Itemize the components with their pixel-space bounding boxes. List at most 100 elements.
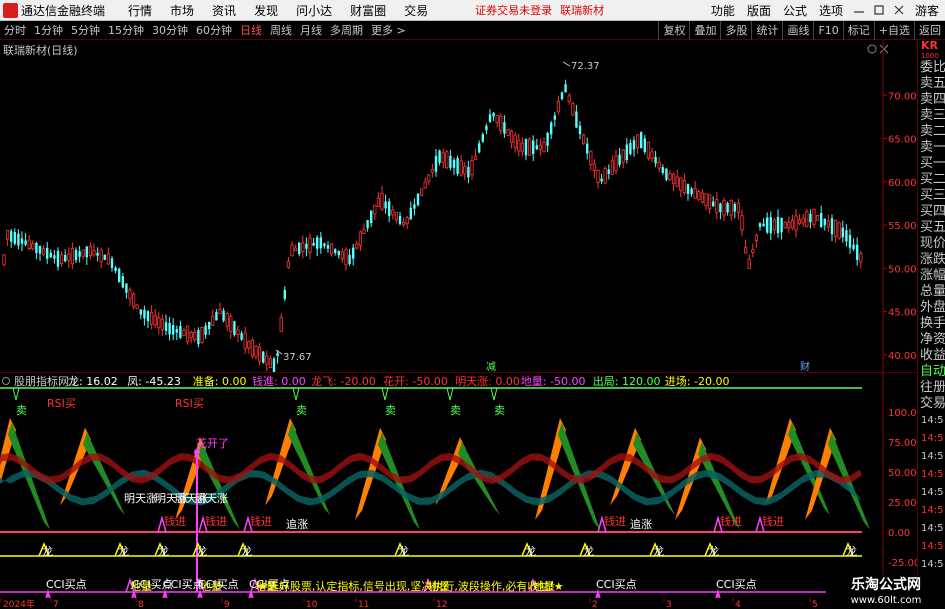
stock-code[interactable]: KR (918, 40, 945, 51)
guest-user[interactable]: 游客 (915, 2, 939, 19)
tab-1min[interactable]: 1分钟 (34, 22, 63, 38)
login-status[interactable]: 证券交易未登录 (475, 2, 552, 18)
candle-body (852, 244, 855, 250)
candle-body (499, 115, 503, 131)
indicator-chart[interactable]: 卖卖卖卖卖RSI买 RSI买花开了明天涨明天涨明天涨明天涨钱进 钱进 钱进 钱进 钱进 钱进… (0, 372, 917, 598)
sidebar-item-register[interactable]: 往册 (918, 380, 945, 396)
candle-body (197, 329, 200, 345)
indicator-param-7: 地量: -50.00 (521, 375, 586, 388)
candle-body (783, 221, 787, 229)
sidebar-item-trade[interactable]: 交易 (918, 396, 945, 412)
candle-body (503, 122, 506, 134)
date-label: 9 (224, 600, 230, 609)
back-button[interactable]: 返回 (914, 21, 945, 40)
mark-button[interactable]: 标记 (842, 21, 874, 40)
candle-body (416, 193, 420, 206)
statistics-button[interactable]: 统计 (751, 21, 782, 40)
cci-buy-label: CCI买点 (198, 578, 239, 591)
candle-body (42, 248, 46, 255)
sidebar-item-buy1: 买一 (920, 156, 945, 171)
menu-item-options[interactable]: 选项 (819, 2, 843, 19)
candle-body (434, 155, 438, 172)
candle-body (582, 134, 586, 144)
candle-body (715, 199, 719, 213)
close-icon[interactable] (892, 4, 906, 16)
tab-15min[interactable]: 15分钟 (108, 22, 144, 38)
draw-line-button[interactable]: 画线 (782, 21, 813, 40)
candle-body (693, 188, 697, 199)
price-chart[interactable]: 联瑞新材(日线) 70.00 65.00 60.00 55.00 50.00 45.00 4… (0, 40, 917, 372)
f10-button[interactable]: F10 (813, 21, 842, 40)
candle-body (571, 102, 575, 116)
candle-body (740, 215, 744, 231)
tick-time: 14:5 (921, 505, 944, 516)
menu-item-discover[interactable]: 发现 (254, 2, 278, 19)
y-tick-label: 100.00 (888, 408, 917, 419)
candle-body (682, 180, 687, 193)
candle-body (629, 142, 632, 155)
candle-body (726, 203, 729, 213)
event-marker-finance[interactable]: 财 (800, 360, 810, 372)
dragon-label: 龙 (241, 545, 252, 558)
candle-body (675, 176, 679, 187)
tab-timeshare[interactable]: 分时 (4, 22, 26, 38)
overlay-button[interactable]: 叠加 (689, 21, 720, 40)
candle-body (301, 242, 305, 252)
candle-body (215, 312, 218, 321)
candle-body (575, 111, 578, 128)
tab-monthly[interactable]: 月线 (300, 22, 322, 38)
menu-item-formula[interactable]: 公式 (783, 2, 807, 19)
menu-item-wealth[interactable]: 财富圈 (350, 2, 386, 19)
menu-item-layout[interactable]: 版面 (747, 2, 771, 19)
date-label: 2024年 (3, 598, 35, 609)
y-tick-label: 75.00 (888, 438, 917, 449)
multi-stock-button[interactable]: 多股 (720, 21, 751, 40)
event-marker-reduce[interactable]: 减 (486, 361, 496, 372)
candle-body (441, 152, 445, 163)
tick-time: 14:5 (921, 415, 944, 426)
chart-title: 联瑞新材(日线) (3, 43, 78, 57)
tab-weekly[interactable]: 周线 (270, 22, 292, 38)
sidebar-item-auto[interactable]: 自动 (918, 364, 945, 380)
menu-item-quotes[interactable]: 行情 (128, 2, 152, 19)
tab-multi-period[interactable]: 多周期 (330, 22, 363, 38)
rsi-buy-label: RSI买 (47, 397, 76, 410)
menu-bar: 通达信金融终端 行情 市场 资讯 发现 问小达 财富圈 交易 证券交易未登录 联… (0, 0, 945, 21)
y-tick-label: 40.00 (888, 351, 917, 362)
candle-body (348, 254, 351, 264)
date-label: 8 (138, 600, 144, 609)
candle-body (787, 222, 791, 228)
menu-item-function[interactable]: 功能 (711, 2, 735, 19)
add-watchlist-button[interactable]: +自选 (873, 21, 914, 40)
stock-name-link[interactable]: 联瑞新材 (560, 2, 604, 18)
indicator-name[interactable]: 股朋指标网 (14, 374, 69, 388)
menu-item-news[interactable]: 资讯 (212, 2, 236, 19)
candle-body (794, 215, 798, 231)
candle-body (157, 317, 161, 328)
y-tick-label: 25.00 (888, 498, 917, 509)
tab-60min[interactable]: 60分钟 (196, 22, 232, 38)
menu-item-ask[interactable]: 问小达 (296, 2, 332, 19)
candle-body (380, 192, 384, 210)
sidebar-item-sell3: 卖三 (920, 108, 945, 123)
maximize-icon[interactable] (872, 4, 886, 16)
tab-more[interactable]: 更多 > (371, 22, 406, 38)
candle-body (564, 84, 567, 93)
candle-body (809, 213, 812, 223)
candle-body (550, 122, 553, 135)
candle-body (603, 168, 607, 184)
minimize-icon[interactable] (852, 4, 866, 16)
candle-body (826, 220, 831, 228)
tab-5min[interactable]: 5分钟 (71, 22, 100, 38)
sidebar-item-buy5: 买五 (920, 220, 945, 235)
menu-item-market[interactable]: 市场 (170, 2, 194, 19)
tab-30min[interactable]: 30分钟 (152, 22, 188, 38)
sidebar-item-sell4: 卖四 (920, 92, 945, 107)
candle-body (200, 327, 204, 343)
tab-daily[interactable]: 日线 (240, 22, 262, 38)
money-in-label: 钱进 (250, 514, 272, 528)
candle-body (316, 237, 319, 249)
menu-item-trade[interactable]: 交易 (404, 2, 428, 19)
restore-rights-button[interactable]: 复权 (658, 21, 689, 40)
candle-body (837, 222, 841, 239)
